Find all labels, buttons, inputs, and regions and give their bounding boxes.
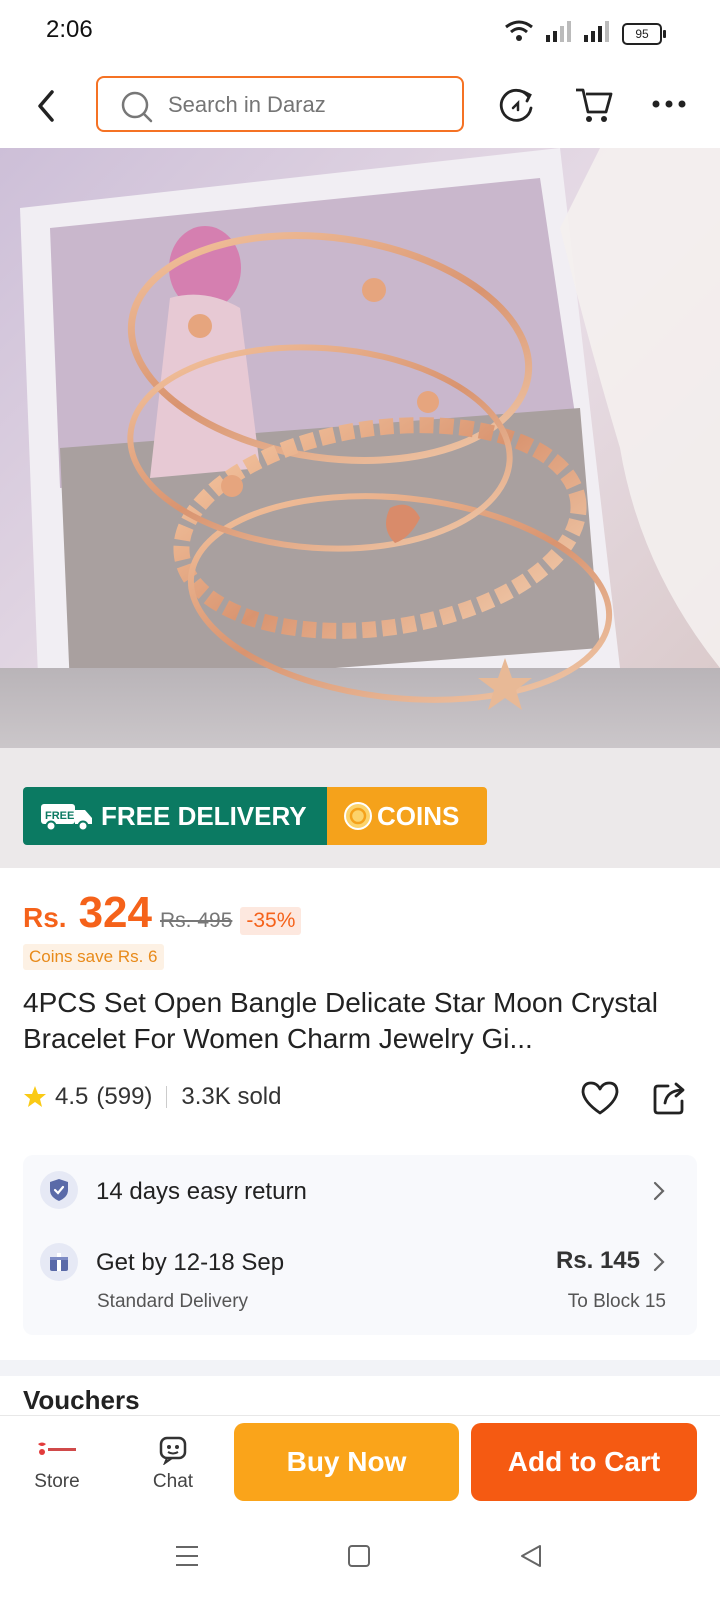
store-label: Store <box>34 1471 80 1492</box>
rating-row[interactable]: 4.5 (599) 3.3K sold <box>23 1083 281 1111</box>
free-delivery-label: FREE DELIVERY <box>101 800 307 831</box>
original-price: Rs. 495 <box>160 909 233 932</box>
delivery-type: Standard Delivery <box>97 1291 249 1312</box>
chevron-left-icon <box>38 90 54 122</box>
delivery-box-icon <box>40 1243 78 1281</box>
chevron-right-icon <box>652 1251 666 1278</box>
buy-now-button[interactable]: Buy Now <box>234 1423 459 1501</box>
search-input[interactable]: Search in Daraz <box>96 76 464 132</box>
return-policy-row[interactable]: 14 days easy return <box>40 1170 680 1214</box>
status-time: 2:06 <box>46 16 93 43</box>
store-logo-icon <box>24 1435 90 1465</box>
chat-button[interactable]: Chat <box>140 1435 206 1493</box>
back-button[interactable] <box>32 88 62 124</box>
coins-save-tag: Coins save Rs. 6 <box>23 944 164 970</box>
signal-icon-2 <box>584 20 610 47</box>
wifi-icon <box>504 20 534 47</box>
share-icon <box>653 1082 685 1115</box>
delivery-price: Rs. 145 <box>555 1247 640 1274</box>
heart-icon <box>581 1081 619 1115</box>
rating-value: 4.5 <box>55 1083 89 1110</box>
section-divider <box>0 1360 720 1376</box>
search-icon <box>120 90 154 129</box>
search-placeholder: Search in Daraz <box>168 92 326 117</box>
free-delivery-badge: FREE FREE DELIVERY <box>23 787 327 845</box>
shield-check-icon <box>40 1171 78 1209</box>
price-row: Rs. 324 Rs. 495 -35% <box>23 888 302 938</box>
menu-icon[interactable] <box>174 1543 200 1574</box>
history-button[interactable] <box>498 86 536 129</box>
cart-button[interactable] <box>574 86 614 129</box>
delivery-truck-icon: FREE <box>37 800 95 832</box>
back-triangle-icon[interactable] <box>518 1543 544 1574</box>
delivery-location: To Block 15 <box>567 1291 666 1312</box>
status-icons: 95 <box>504 20 666 47</box>
delivery-row[interactable]: Get by 12-18 Sep Standard Delivery Rs. 1… <box>40 1243 680 1323</box>
coins-label: COINS <box>377 800 460 831</box>
coins-badge: COINS <box>327 787 487 845</box>
cart-icon <box>576 88 613 122</box>
free-tag-label: FREE <box>45 810 74 822</box>
delivery-date: Get by 12-18 Sep <box>96 1249 285 1276</box>
product-image[interactable] <box>0 148 720 868</box>
refresh-icon <box>499 88 533 122</box>
rating-divider <box>166 1086 168 1108</box>
review-count: (599) <box>96 1083 153 1110</box>
star-icon <box>23 1085 47 1109</box>
more-horizontal-icon <box>652 100 686 108</box>
chevron-right-icon <box>652 1180 666 1207</box>
home-icon[interactable] <box>346 1543 372 1574</box>
wishlist-button[interactable] <box>580 1080 620 1121</box>
more-button[interactable] <box>652 92 686 121</box>
chat-bot-icon <box>140 1435 206 1465</box>
battery-icon: 95 <box>622 22 666 45</box>
store-button[interactable]: Store <box>24 1435 90 1493</box>
add-to-cart-button[interactable]: Add to Cart <box>471 1423 697 1501</box>
return-policy-text: 14 days easy return <box>96 1178 307 1205</box>
signal-icon <box>546 20 572 47</box>
share-button[interactable] <box>652 1080 688 1121</box>
current-price: 324 <box>78 888 152 937</box>
price-currency: Rs. <box>23 902 67 933</box>
discount-badge: -35% <box>240 907 302 935</box>
section-heading: Vouchers <box>23 1385 140 1413</box>
product-title: 4PCS Set Open Bangle Delicate Star Moon … <box>23 987 658 1054</box>
chat-label: Chat <box>152 1471 194 1492</box>
coin-icon <box>343 801 373 831</box>
sold-count: 3.3K sold <box>181 1083 282 1110</box>
